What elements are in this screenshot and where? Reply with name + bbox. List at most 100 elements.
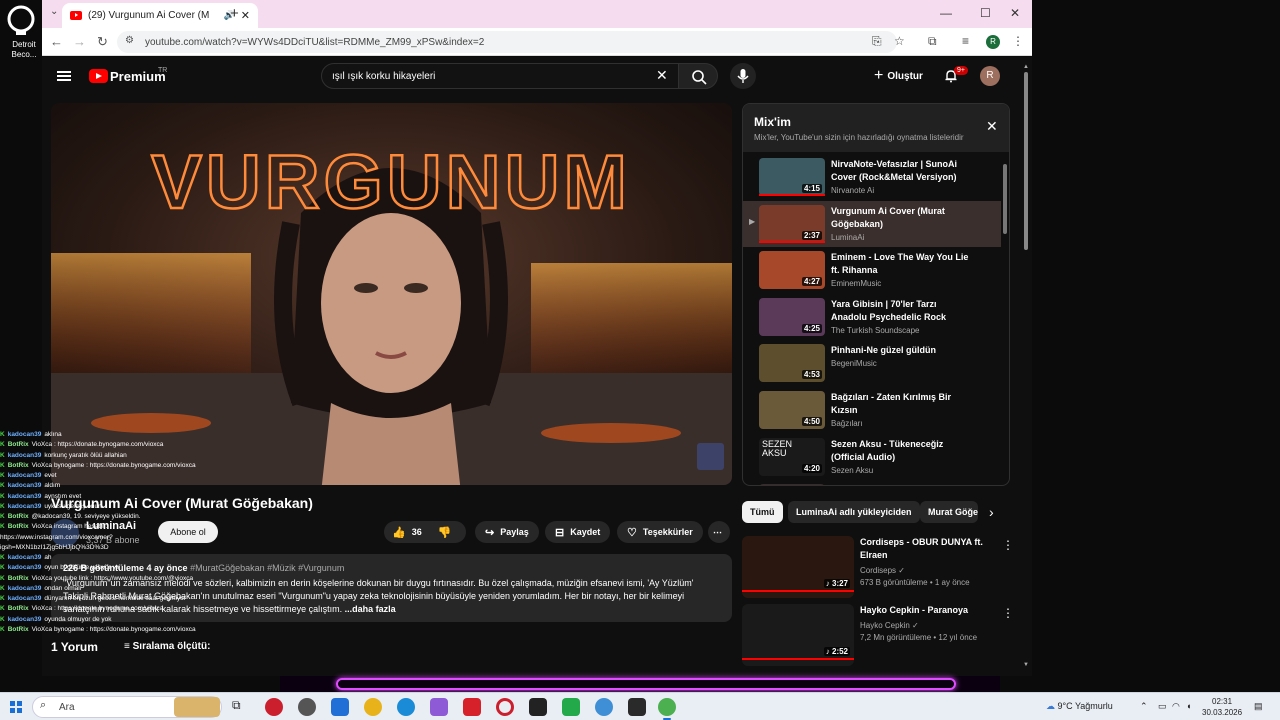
- extensions-icon[interactable]: ⧉: [928, 34, 937, 49]
- recommended-video[interactable]: ♪ 2:52 Hayko Cepkin - Paranoya Hayko Cepki…: [742, 604, 1017, 672]
- chat-message: Kkadocan39 uykusu gelmiş onun: [0, 502, 230, 512]
- browser-tab[interactable]: (29) Vurgunum Ai Cover (M 🔊 ✕: [62, 3, 258, 28]
- scroll-up-icon[interactable]: ▲: [1023, 64, 1029, 70]
- opera-gx-icon[interactable]: [496, 698, 514, 716]
- watched-progress-bar: [759, 240, 825, 243]
- chip-all[interactable]: Tümü: [742, 501, 783, 523]
- notification-center-icon[interactable]: ▤: [1254, 701, 1263, 712]
- mix-item[interactable]: 4:15 NirvaNote-Vefasızlar | SunoAi Cover …: [743, 154, 1001, 200]
- mix-item[interactable]: 4:50 Bağzıları - Zaten Kırılmış Bir Kızsı…: [743, 387, 1001, 433]
- video-player[interactable]: VURGUNUM: [51, 103, 732, 485]
- mix-thumbnail[interactable]: 4:50: [759, 391, 825, 429]
- share-button[interactable]: ↪ Paylaş: [475, 521, 539, 543]
- close-window-icon[interactable]: ✕: [1010, 6, 1020, 20]
- mix-item[interactable]: Haba Olan Düşler (ft. Berrin): [743, 480, 1001, 485]
- wifi-icon[interactable]: ◠: [1172, 701, 1180, 712]
- scroll-down-icon[interactable]: ▼: [1023, 662, 1029, 668]
- recommended-video[interactable]: ♪ 3:27 Cordiseps - OBUR DUNYA ft. Elraen C…: [742, 536, 1017, 604]
- chat-text: oyun bi görüme yarıyor ya: [44, 564, 120, 572]
- mix-thumbnail[interactable]: [759, 484, 825, 485]
- stream-chat-overlay: Kkadocan39 aklına K BotRix VioXca : https://…: [0, 430, 230, 670]
- dislike-icon[interactable]: 👎: [438, 526, 452, 539]
- thanks-button[interactable]: ♡ Teşekkürler: [617, 521, 703, 543]
- chip-uploader[interactable]: LuminaAi adlı yükleyiciden: [788, 501, 920, 523]
- mix-item[interactable]: ▶ 2:37 Vurgunum Ai Cover (Murat Göğebakan)…: [743, 200, 1001, 247]
- clock[interactable]: 02:31 30.03.2026: [1202, 696, 1242, 718]
- app-shortcut-icon[interactable]: [6, 4, 36, 38]
- media-control-icon[interactable]: ≡: [962, 34, 969, 48]
- opera-icon[interactable]: [265, 698, 283, 716]
- minimize-icon[interactable]: —: [940, 6, 952, 20]
- menu-icon[interactable]: ⋮: [1012, 34, 1024, 48]
- bookmark-star-icon[interactable]: ☆: [894, 34, 905, 48]
- mix-thumbnail[interactable]: 4:27: [759, 251, 825, 290]
- more-options-icon[interactable]: ⋮: [1002, 538, 1014, 552]
- scroll-thumb[interactable]: [1024, 72, 1028, 250]
- mix-item[interactable]: 4:53 Pinhani-Ne güzel güldün BegeniMusic: [743, 340, 1001, 386]
- close-tab-icon[interactable]: ✕: [241, 9, 250, 22]
- search-button[interactable]: [678, 63, 718, 89]
- mix-item[interactable]: SEZEN AKSU 4:20 Sezen Aksu - Tükeneceğiz (…: [743, 434, 1001, 480]
- forward-icon[interactable]: →: [73, 34, 86, 49]
- voice-search-button[interactable]: [730, 63, 756, 89]
- chrome-icon[interactable]: [364, 698, 382, 716]
- mix-item-title: Sezen Aksu - Tükeneceğiz (Official Audio…: [831, 438, 944, 462]
- app-icon[interactable]: [628, 698, 646, 716]
- volume-icon[interactable]: ◖: [1186, 701, 1191, 711]
- recommended-thumbnail[interactable]: ♪ 2:52: [742, 604, 854, 666]
- shortcut-label[interactable]: Detroit Beco...: [0, 40, 48, 60]
- show-more-link[interactable]: ...daha fazla: [345, 604, 396, 614]
- windows-start-icon[interactable]: [10, 701, 22, 713]
- tab-search-icon[interactable]: ⌄: [50, 6, 58, 17]
- mix-item[interactable]: 4:27 Eminem - Love The Way You Lie ft. Ri…: [743, 247, 1001, 293]
- mix-thumbnail[interactable]: SEZEN AKSU 4:20: [759, 437, 825, 476]
- steam-icon[interactable]: [298, 698, 316, 716]
- edge-icon[interactable]: [397, 698, 415, 716]
- network-icon[interactable]: ▭: [1158, 701, 1167, 712]
- create-button[interactable]: + Oluştur: [874, 65, 923, 87]
- chips-next-icon[interactable]: ›: [989, 504, 994, 520]
- back-icon[interactable]: ←: [50, 34, 63, 49]
- page-scrollbar[interactable]: ▲ ▼: [1023, 64, 1029, 672]
- task-view-icon[interactable]: ⧉: [232, 698, 250, 716]
- search-input[interactable]: ışıl ışık korku hikayeleri: [321, 63, 679, 89]
- channel-watermark-icon[interactable]: [697, 443, 724, 470]
- account-avatar[interactable]: R: [980, 66, 1000, 86]
- maximize-icon[interactable]: ☐: [980, 6, 991, 20]
- address-bar[interactable]: ⚙ youtube.com/watch?v=WYWs4DDciTU&list=R…: [117, 31, 897, 53]
- mix-item[interactable]: 4:25 Yara Gibisin | 70'ler Tarzı Anadolu …: [743, 294, 1001, 340]
- close-playlist-icon[interactable]: ✕: [986, 118, 998, 135]
- mix-thumbnail[interactable]: 4:25: [759, 297, 825, 336]
- epic-games-icon[interactable]: [529, 698, 547, 716]
- kick-badge-icon: K: [0, 431, 5, 438]
- chrome-profile-icon[interactable]: [595, 698, 613, 716]
- more-options-icon[interactable]: ⋮: [1002, 606, 1014, 620]
- recommended-thumbnail[interactable]: ♪ 3:27: [742, 536, 854, 598]
- install-icon[interactable]: ⎘: [872, 34, 882, 49]
- mix-thumbnail[interactable]: 4:15: [759, 158, 825, 196]
- game-icon[interactable]: [562, 698, 580, 716]
- wps-icon[interactable]: [463, 698, 481, 716]
- chat-text: VioXca : https://donate.bynogame.com/vio…: [31, 605, 164, 613]
- youtube-logo-icon[interactable]: [89, 69, 108, 83]
- recommended-channel: Hayko Cepkin ✓: [860, 621, 919, 630]
- reload-icon[interactable]: ↻: [97, 34, 108, 50]
- clear-search-icon[interactable]: ✕: [656, 67, 668, 84]
- like-icon[interactable]: 👍: [392, 526, 406, 539]
- profile-avatar[interactable]: R: [986, 35, 1000, 49]
- new-tab-icon[interactable]: +: [230, 5, 239, 22]
- mix-thumbnail[interactable]: 2:37: [759, 204, 825, 243]
- mix-scrollbar[interactable]: [1003, 164, 1007, 234]
- weather-widget[interactable]: ☁ 9°C Yağmurlu: [1046, 701, 1113, 712]
- more-actions-icon[interactable]: ⋯: [708, 521, 730, 543]
- guide-menu-icon[interactable]: [57, 71, 71, 81]
- like-count[interactable]: 36: [412, 527, 422, 537]
- tray-chevron-icon[interactable]: ⌃: [1140, 701, 1148, 712]
- mail-icon[interactable]: [331, 698, 349, 716]
- save-button[interactable]: ⊟ Kaydet: [545, 521, 611, 543]
- chip-artist[interactable]: Murat Göğe: [920, 501, 978, 523]
- chrome-active-icon[interactable]: [658, 698, 676, 716]
- site-info-icon[interactable]: ⚙: [125, 35, 134, 46]
- mix-thumbnail[interactable]: 4:53: [759, 344, 825, 383]
- copilot-icon[interactable]: [430, 698, 448, 716]
